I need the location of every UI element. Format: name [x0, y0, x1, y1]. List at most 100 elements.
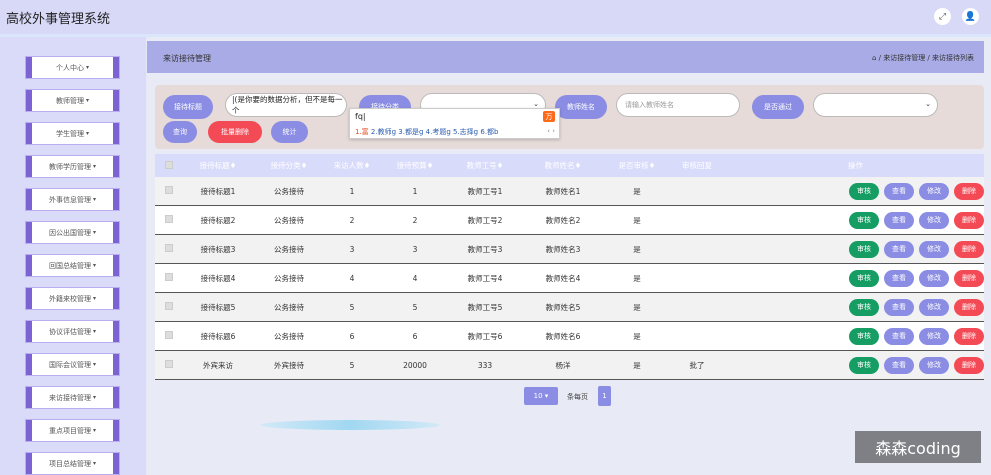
- view-button[interactable]: 查看: [884, 182, 914, 200]
- cell-category: 外宾接待: [274, 360, 304, 370]
- sidebar-item-student[interactable]: 学生管理 ▾: [25, 122, 120, 145]
- sidebar-item-foreign-affairs[interactable]: 外事信息管理 ▾: [25, 188, 120, 211]
- teacher-name-filter-label: 教师姓名: [555, 95, 607, 119]
- cell-approved: 是: [633, 360, 641, 370]
- column-header[interactable]: 接待预算♦: [379, 160, 451, 171]
- edit-button[interactable]: 修改: [919, 327, 949, 345]
- review-button[interactable]: 审核: [849, 269, 879, 287]
- table-row: 接待标题3 公务接待 3 3 教师工号3 教师姓名3 是 审核 查看 修改 删除: [155, 235, 984, 264]
- sidebar-item-teacher-education[interactable]: 教师学历管理 ▾: [25, 155, 120, 178]
- cell-teacher-no: 教师工号6: [467, 331, 503, 341]
- review-button[interactable]: 审核: [849, 211, 879, 229]
- sidebar-item-reception[interactable]: 来访接待管理 ▾: [25, 386, 120, 409]
- title-search-input[interactable]: |(是你要的数据分析，但不是每一个: [225, 93, 347, 117]
- review-button[interactable]: 审核: [849, 182, 879, 200]
- cell-approved: 是: [633, 331, 641, 341]
- row-checkbox[interactable]: [165, 360, 173, 368]
- chevron-down-icon: ▾: [92, 229, 96, 236]
- cell-teacher-no: 教师工号1: [467, 186, 503, 196]
- stats-button[interactable]: 统计: [271, 121, 308, 143]
- edit-button[interactable]: 修改: [919, 269, 949, 287]
- user-icon[interactable]: 👤: [962, 8, 979, 25]
- delete-button[interactable]: 删除: [954, 269, 984, 287]
- sidebar-item-return-summary[interactable]: 回国总结管理 ▾: [25, 254, 120, 277]
- ime-candidates[interactable]: 1.富 2.教师g 3.都是g 4.考题g 5.志择g 6.都b: [355, 127, 498, 137]
- table-row: 接待标题5 公务接待 5 5 教师工号5 教师姓名5 是 审核 查看 修改 删除: [155, 293, 984, 322]
- cell-teacher-name: 教师姓名2: [545, 215, 581, 225]
- row-checkbox[interactable]: [165, 215, 173, 223]
- delete-button[interactable]: 删除: [954, 240, 984, 258]
- edit-button[interactable]: 修改: [919, 298, 949, 316]
- edit-button[interactable]: 修改: [919, 211, 949, 229]
- delete-button[interactable]: 删除: [954, 182, 984, 200]
- edit-button[interactable]: 修改: [919, 182, 949, 200]
- edit-button[interactable]: 修改: [919, 240, 949, 258]
- column-header: 操作: [848, 161, 863, 170]
- batch-delete-button[interactable]: 批量删除: [208, 121, 262, 143]
- cell-category: 公务接待: [274, 331, 304, 341]
- review-button[interactable]: 审核: [849, 240, 879, 258]
- view-button[interactable]: 查看: [884, 327, 914, 345]
- row-checkbox[interactable]: [165, 331, 173, 339]
- table-row: 接待标题1 公务接待 1 1 教师工号1 教师姓名1 是 审核 查看 修改 删除: [155, 177, 984, 206]
- cell-title: 接待标题3: [200, 244, 236, 254]
- view-button[interactable]: 查看: [884, 269, 914, 287]
- column-header[interactable]: 来访人数♦: [325, 160, 379, 171]
- edit-button[interactable]: 修改: [919, 356, 949, 374]
- sidebar: 个人中心 ▾ 教师管理 ▾ 学生管理 ▾ 教师学历管理 ▾ 外事信息管理 ▾ 因公出国管理…: [0, 37, 146, 475]
- review-button[interactable]: 审核: [849, 327, 879, 345]
- sidebar-item-project-summary[interactable]: 项目总结管理 ▾: [25, 452, 120, 475]
- view-button[interactable]: 查看: [884, 211, 914, 229]
- sidebar-item-key-projects[interactable]: 重点项目管理 ▾: [25, 419, 120, 442]
- table-header: 接待标题♦ 接待分类♦ 来访人数♦ 接待预算♦ 教师工号♦ 教师姓名♦ 是否审核…: [155, 154, 984, 177]
- query-button[interactable]: 查询: [163, 121, 197, 143]
- chevron-down-icon: ▾: [85, 130, 89, 137]
- view-button[interactable]: 查看: [884, 298, 914, 316]
- column-header[interactable]: 接待分类♦: [253, 160, 325, 171]
- row-checkbox[interactable]: [165, 244, 173, 252]
- cell-visitors: 5: [349, 360, 355, 370]
- cell-teacher-no: 教师工号5: [467, 302, 503, 312]
- cell-budget: 6: [412, 331, 418, 341]
- cell-title: 接待标题5: [200, 302, 236, 312]
- row-checkbox[interactable]: [165, 273, 173, 281]
- cell-approved: 是: [633, 244, 641, 254]
- column-header[interactable]: 教师工号♦: [451, 160, 519, 171]
- sidebar-item-conference[interactable]: 国际会议管理 ▾: [25, 353, 120, 376]
- chevron-down-icon: ▾: [92, 163, 96, 170]
- review-button[interactable]: 审核: [849, 356, 879, 374]
- row-checkbox[interactable]: [165, 302, 173, 310]
- app-title: 高校外事管理系统: [6, 12, 111, 27]
- approved-filter-label: 是否通过: [752, 95, 804, 119]
- view-button[interactable]: 查看: [884, 240, 914, 258]
- sidebar-item-foreign-visit[interactable]: 外籍来校管理 ▾: [25, 287, 120, 310]
- sidebar-item-teacher[interactable]: 教师管理 ▾: [25, 89, 120, 112]
- column-header[interactable]: 教师姓名♦: [519, 160, 607, 171]
- page-size-select[interactable]: 10 ▾: [524, 387, 558, 405]
- column-header[interactable]: 接待标题♦: [183, 160, 253, 171]
- teacher-name-input[interactable]: 请输入教师姓名: [616, 93, 740, 117]
- delete-button[interactable]: 删除: [954, 298, 984, 316]
- page-number-button[interactable]: 1: [598, 386, 611, 406]
- cell-budget: 4: [412, 273, 418, 283]
- delete-button[interactable]: 删除: [954, 327, 984, 345]
- cell-reply: 批了: [689, 360, 705, 370]
- select-all-checkbox[interactable]: [165, 160, 173, 169]
- view-button[interactable]: 查看: [884, 356, 914, 374]
- fullscreen-icon[interactable]: ⤢: [934, 8, 951, 25]
- row-checkbox[interactable]: [165, 186, 173, 194]
- delete-button[interactable]: 删除: [954, 356, 984, 374]
- approved-select[interactable]: ⌄: [813, 93, 938, 117]
- sidebar-item-personal-center[interactable]: 个人中心 ▾: [25, 56, 120, 79]
- sidebar-item-official-abroad[interactable]: 因公出国管理 ▾: [25, 221, 120, 244]
- review-button[interactable]: 审核: [849, 298, 879, 316]
- sidebar-item-agreement[interactable]: 协议评估管理 ▾: [25, 320, 120, 343]
- breadcrumb[interactable]: ⌂ / 来访接待管理 / 来访接待列表: [872, 53, 974, 63]
- ime-page-arrows[interactable]: ‹ ›: [547, 127, 555, 135]
- delete-button[interactable]: 删除: [954, 211, 984, 229]
- cell-visitors: 5: [349, 302, 355, 312]
- cell-visitors: 3: [349, 244, 355, 254]
- chevron-down-icon: ▾: [92, 262, 96, 269]
- column-header[interactable]: 是否审核♦: [607, 160, 667, 171]
- chevron-down-icon: ⌄: [533, 100, 539, 108]
